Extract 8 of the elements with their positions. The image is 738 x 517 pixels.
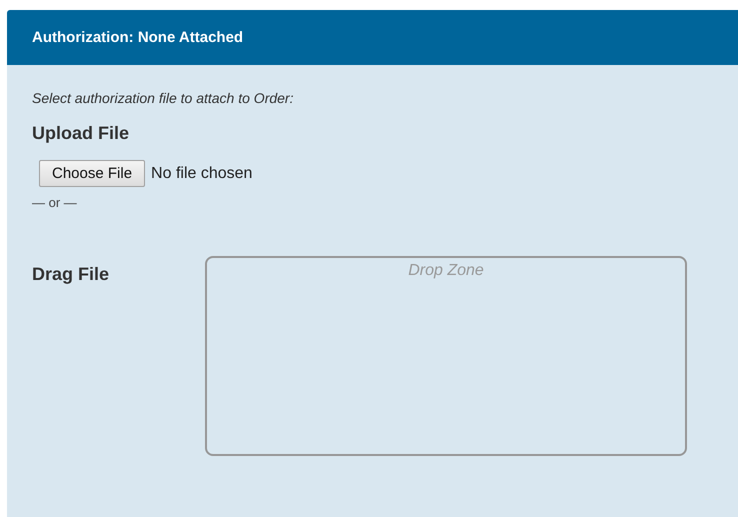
panel-title: Authorization: None Attached [32,29,244,46]
file-status: No file chosen [151,164,252,182]
instruction-text: Select authorization file to attach to Order: [32,90,294,106]
drop-zone-label: Drop Zone [408,262,484,280]
choose-file-button[interactable]: Choose File [39,160,146,187]
upload-heading: Upload File [32,123,130,144]
drag-heading: Drag File [32,263,110,286]
or-separator: — or — [32,195,77,210]
